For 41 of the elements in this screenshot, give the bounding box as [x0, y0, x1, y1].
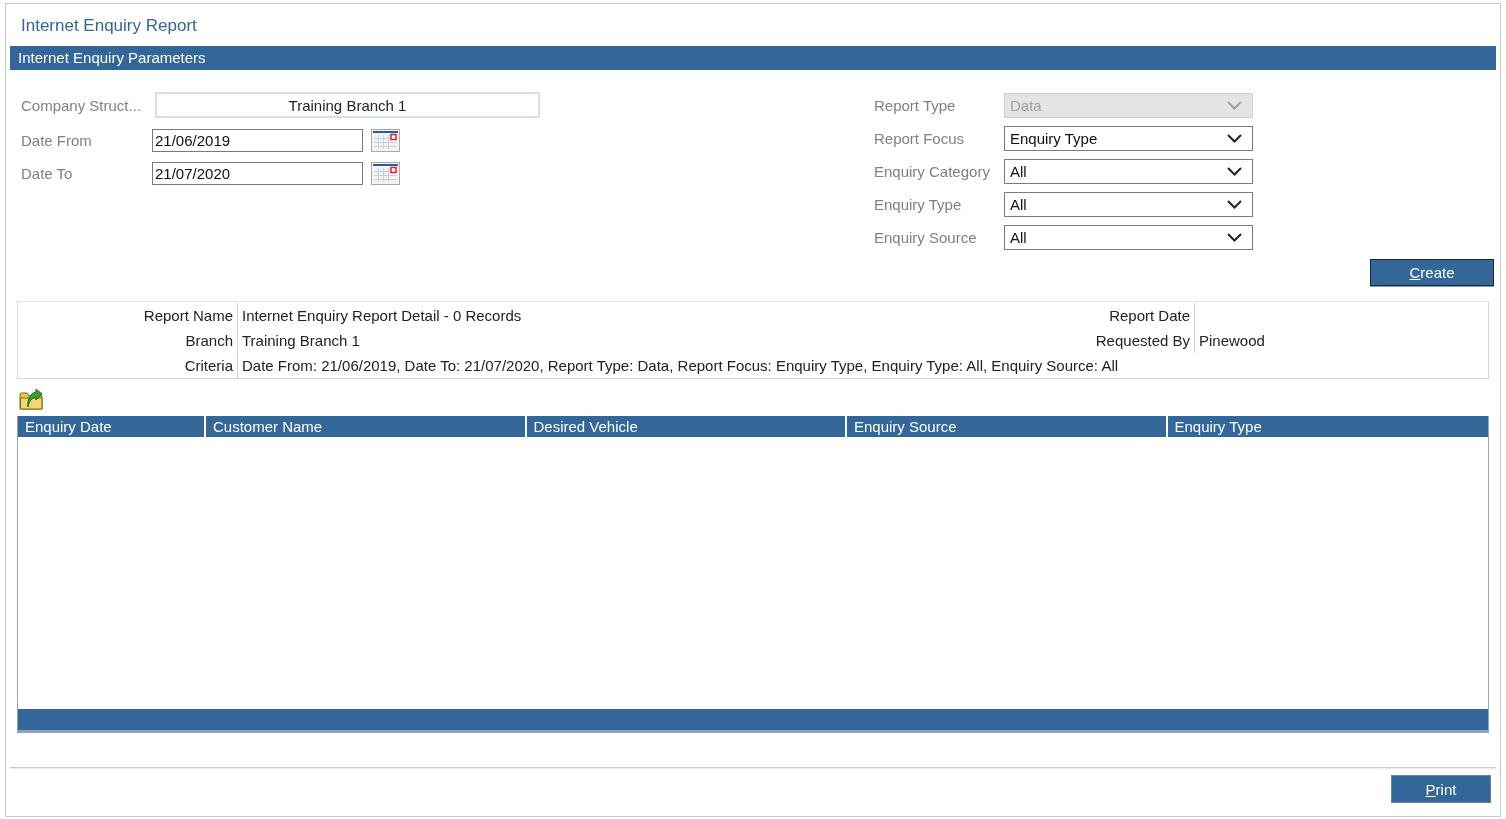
info-value: Date From: 21/06/2019, Date To: 21/07/2020, Report Type: Data, Report Focus: Enquiry Type, Enquiry Type: All, Enquiry Source: All — [242, 357, 1119, 374]
dropdown[interactable]: All — [1004, 192, 1253, 217]
field-label: Enquiry Source — [874, 229, 977, 246]
date-field[interactable]: 21/07/2020 — [152, 162, 363, 185]
column-header[interactable]: Enquiry Type — [1167, 416, 1488, 437]
info-label: Requested By — [1095, 332, 1190, 349]
folder-arrow-icon[interactable] — [19, 388, 44, 410]
info-value: Internet Enquiry Report Detail - 0 Records — [242, 307, 522, 324]
chevron-down-icon — [1227, 167, 1242, 176]
field-label: Company Struct... — [21, 96, 143, 114]
date-field[interactable]: 21/06/2019 — [152, 129, 363, 152]
info-label: Criteria — [184, 357, 233, 374]
column-header[interactable]: Desired Vehicle — [526, 416, 847, 437]
column-header[interactable]: Customer Name — [206, 416, 527, 437]
dropdown[interactable]: All — [1004, 159, 1253, 184]
info-label: Branch — [185, 332, 233, 349]
info-value: Pinewood — [1199, 332, 1265, 349]
calendar-icon[interactable] — [371, 162, 400, 185]
field-label: Enquiry Category — [874, 163, 990, 180]
field-label: Enquiry Type — [874, 196, 962, 213]
chevron-down-icon — [1227, 200, 1242, 209]
column-header[interactable]: Enquiry Source — [847, 416, 1168, 437]
field-label: Date To — [21, 165, 74, 182]
field-label: Report Type — [874, 97, 956, 114]
create-button[interactable]: Create — [1370, 259, 1494, 286]
info-label: Report Name — [143, 307, 233, 324]
page-title: Internet Enquiry Report — [21, 16, 197, 36]
column-header[interactable]: Enquiry Date — [18, 416, 206, 437]
dropdown[interactable]: All — [1004, 225, 1253, 250]
print-button[interactable]: Print — [1391, 775, 1491, 803]
dropdown[interactable]: Enquiry Type — [1004, 126, 1253, 151]
picker-button[interactable]: Training Branch 1 — [155, 92, 540, 118]
info-label: Report Date — [1109, 307, 1190, 324]
chevron-down-icon — [1227, 134, 1242, 143]
field-label: Date From — [21, 132, 93, 149]
section-header: Internet Enquiry Parameters — [10, 46, 1496, 70]
info-value: Training Branch 1 — [242, 332, 360, 349]
calendar-icon[interactable] — [371, 129, 400, 152]
field-label: Report Focus — [874, 130, 965, 147]
chevron-down-icon — [1227, 101, 1242, 110]
chevron-down-icon — [1227, 233, 1242, 242]
